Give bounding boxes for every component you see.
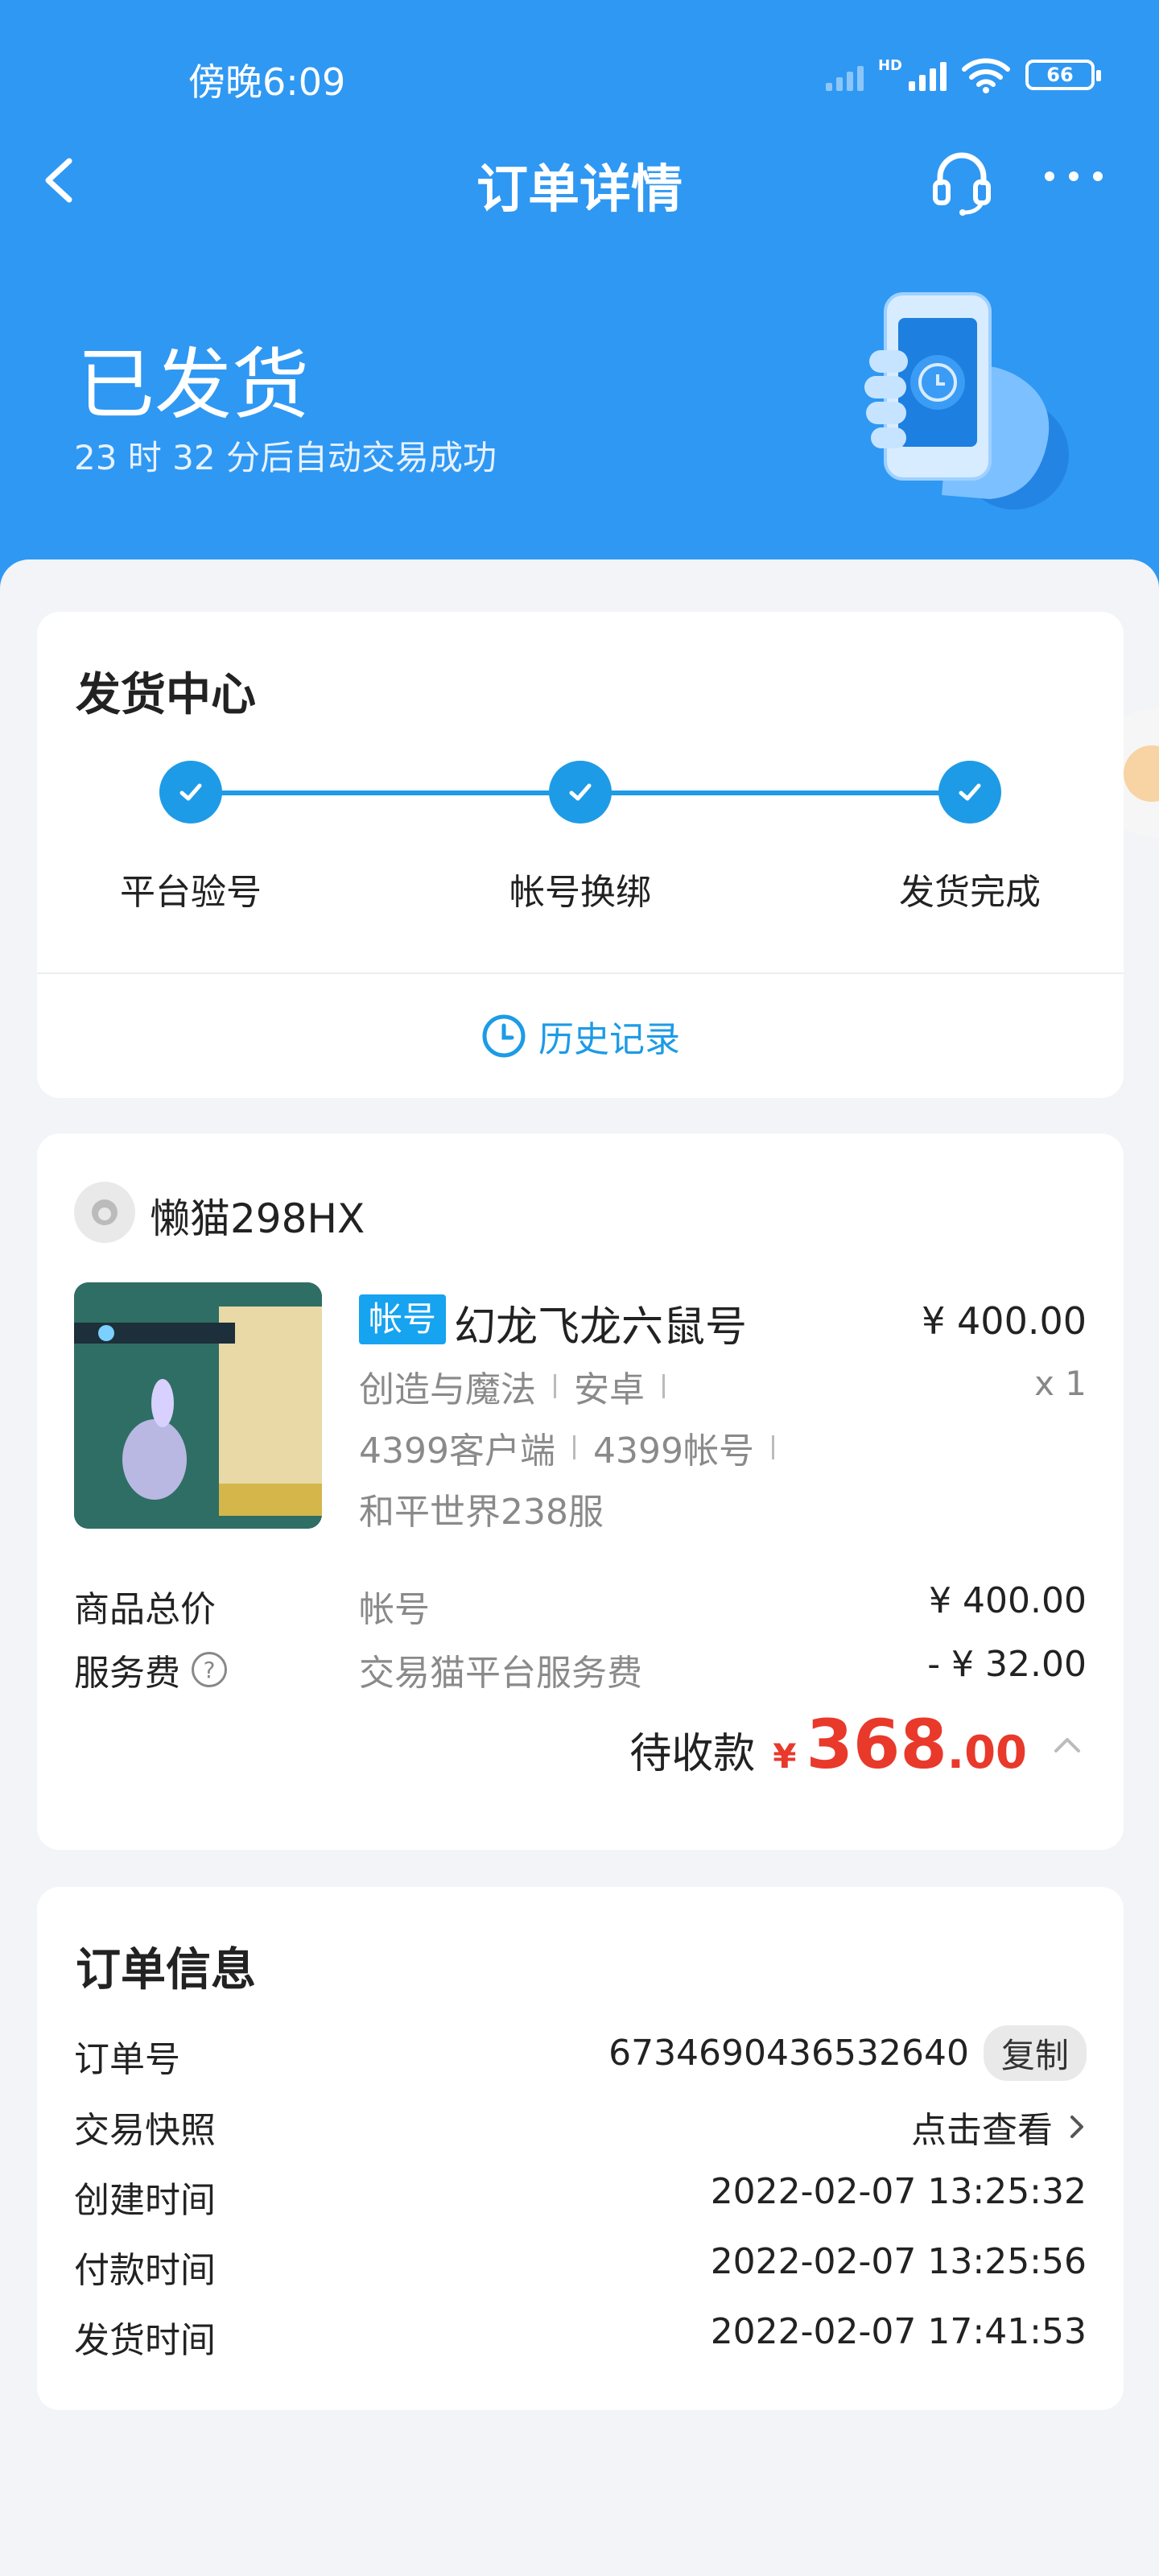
total-amount: 368 xyxy=(806,1705,947,1784)
fee-label-service: 服务费 ? xyxy=(74,1644,227,1695)
fee-desc-service: 交易猫平台服务费 xyxy=(359,1653,642,1694)
history-button[interactable]: 历史记录 xyxy=(37,1010,1124,1062)
battery-icon: 66 xyxy=(1025,60,1101,90)
wifi-icon xyxy=(962,58,1010,93)
snapshot-value: 点击查看 xyxy=(911,2110,1053,2151)
created-time-value: 2022-02-07 13:25:32 xyxy=(710,2171,1087,2212)
paid-time-label: 付款时间 xyxy=(74,2250,216,2291)
copy-button[interactable]: 复制 xyxy=(983,2025,1087,2081)
seller-name[interactable]: 懒猫298HX xyxy=(150,1187,365,1245)
seller-avatar[interactable] xyxy=(74,1182,135,1243)
history-label: 历史记录 xyxy=(538,1019,680,1060)
more-options-icon[interactable] xyxy=(1045,164,1103,188)
fee-value-service: - ¥ 32.00 xyxy=(927,1644,1087,1685)
step-label-rebind: 帐号换绑 xyxy=(509,872,651,913)
customer-service-icon[interactable] xyxy=(926,145,998,217)
product-attributes: 和平世界238服 xyxy=(359,1483,604,1534)
product-type-tag: 帐号 xyxy=(359,1294,447,1344)
order-info-card: 订单信息 订单号 6734690436532640 复制 交易快照 点击查看 创… xyxy=(37,1887,1124,2410)
signal-icon-sim1 xyxy=(825,59,864,91)
order-number-value: 6734690436532640 xyxy=(608,2033,969,2074)
order-status-title: 已发货 xyxy=(77,340,309,430)
attr-platform: 安卓 xyxy=(574,1369,645,1410)
nav-bar: 订单详情 xyxy=(0,137,1159,225)
attr-client: 4399客户端 xyxy=(359,1430,555,1472)
created-time-label: 创建时间 xyxy=(74,2180,216,2221)
step-check-icon xyxy=(159,761,222,824)
battery-level: 66 xyxy=(1046,64,1074,86)
status-time: 傍晚6:09 xyxy=(188,60,346,104)
order-status-countdown: 23 时 32 分后自动交易成功 xyxy=(74,438,497,477)
status-bar: 傍晚6:09 HD 66 xyxy=(0,0,1159,153)
signal-icon-sim2 xyxy=(909,59,947,91)
snapshot-link[interactable]: 点击查看 xyxy=(911,2101,1087,2153)
attr-server: 和平世界238服 xyxy=(359,1492,604,1533)
help-icon[interactable]: ? xyxy=(192,1652,227,1687)
hd-indicator: HD xyxy=(877,56,902,74)
step-label-done: 发货完成 xyxy=(899,872,1041,913)
snapshot-label: 交易快照 xyxy=(74,2110,216,2151)
product-quantity: x 1 xyxy=(1034,1364,1087,1403)
fee-desc-total: 帐号 xyxy=(359,1589,430,1630)
step-check-icon xyxy=(938,761,1001,824)
product-price: ¥ 400.00 xyxy=(922,1299,1087,1343)
clock-icon xyxy=(482,1014,526,1058)
status-icons: HD 66 xyxy=(825,56,1101,93)
fee-value-total: ¥ 400.00 xyxy=(929,1580,1087,1621)
step-label-verify: 平台验号 xyxy=(120,872,262,913)
product-title[interactable]: 幻龙飞龙六鼠号 xyxy=(454,1293,747,1353)
attr-game: 创造与魔法 xyxy=(359,1369,536,1410)
shipping-center-card: 发货中心 平台验号 帐号换绑 发货完成 历史记录 xyxy=(37,612,1124,1098)
chevron-right-icon xyxy=(1070,2116,1083,2138)
product-card: 懒猫298HX 帐号 幻龙飞龙六鼠号 ¥ 400.00 x 1 创造与魔法 安卓… xyxy=(37,1133,1124,1850)
total-label: 待收款 xyxy=(629,1730,756,1778)
order-info-title: 订单信息 xyxy=(76,1944,256,1996)
shipped-time-value: 2022-02-07 17:41:53 xyxy=(710,2311,1087,2352)
product-thumbnail[interactable] xyxy=(74,1282,322,1529)
paid-time-value: 2022-02-07 13:25:56 xyxy=(710,2241,1087,2282)
phone-in-hand-illustration xyxy=(864,292,1069,510)
step-check-icon xyxy=(549,761,612,824)
total-amount-decimal: .00 xyxy=(947,1727,1027,1779)
attr-account-type: 4399帐号 xyxy=(592,1430,754,1472)
chevron-up-icon[interactable] xyxy=(1051,1728,1083,1761)
product-attributes: 4399客户端 4399帐号 xyxy=(359,1422,792,1473)
order-number-label: 订单号 xyxy=(74,2039,180,2080)
total-row[interactable]: 待收款 ¥ 368 .00 xyxy=(629,1705,1083,1784)
total-currency: ¥ xyxy=(773,1736,797,1776)
product-attributes: 创造与魔法 安卓 xyxy=(359,1360,683,1412)
shipped-time-label: 发货时间 xyxy=(74,2320,216,2361)
order-number-row: 6734690436532640 复制 xyxy=(608,2025,1087,2081)
divider xyxy=(37,972,1124,974)
fee-label-total: 商品总价 xyxy=(74,1589,216,1630)
shipping-center-title: 发货中心 xyxy=(76,669,256,721)
